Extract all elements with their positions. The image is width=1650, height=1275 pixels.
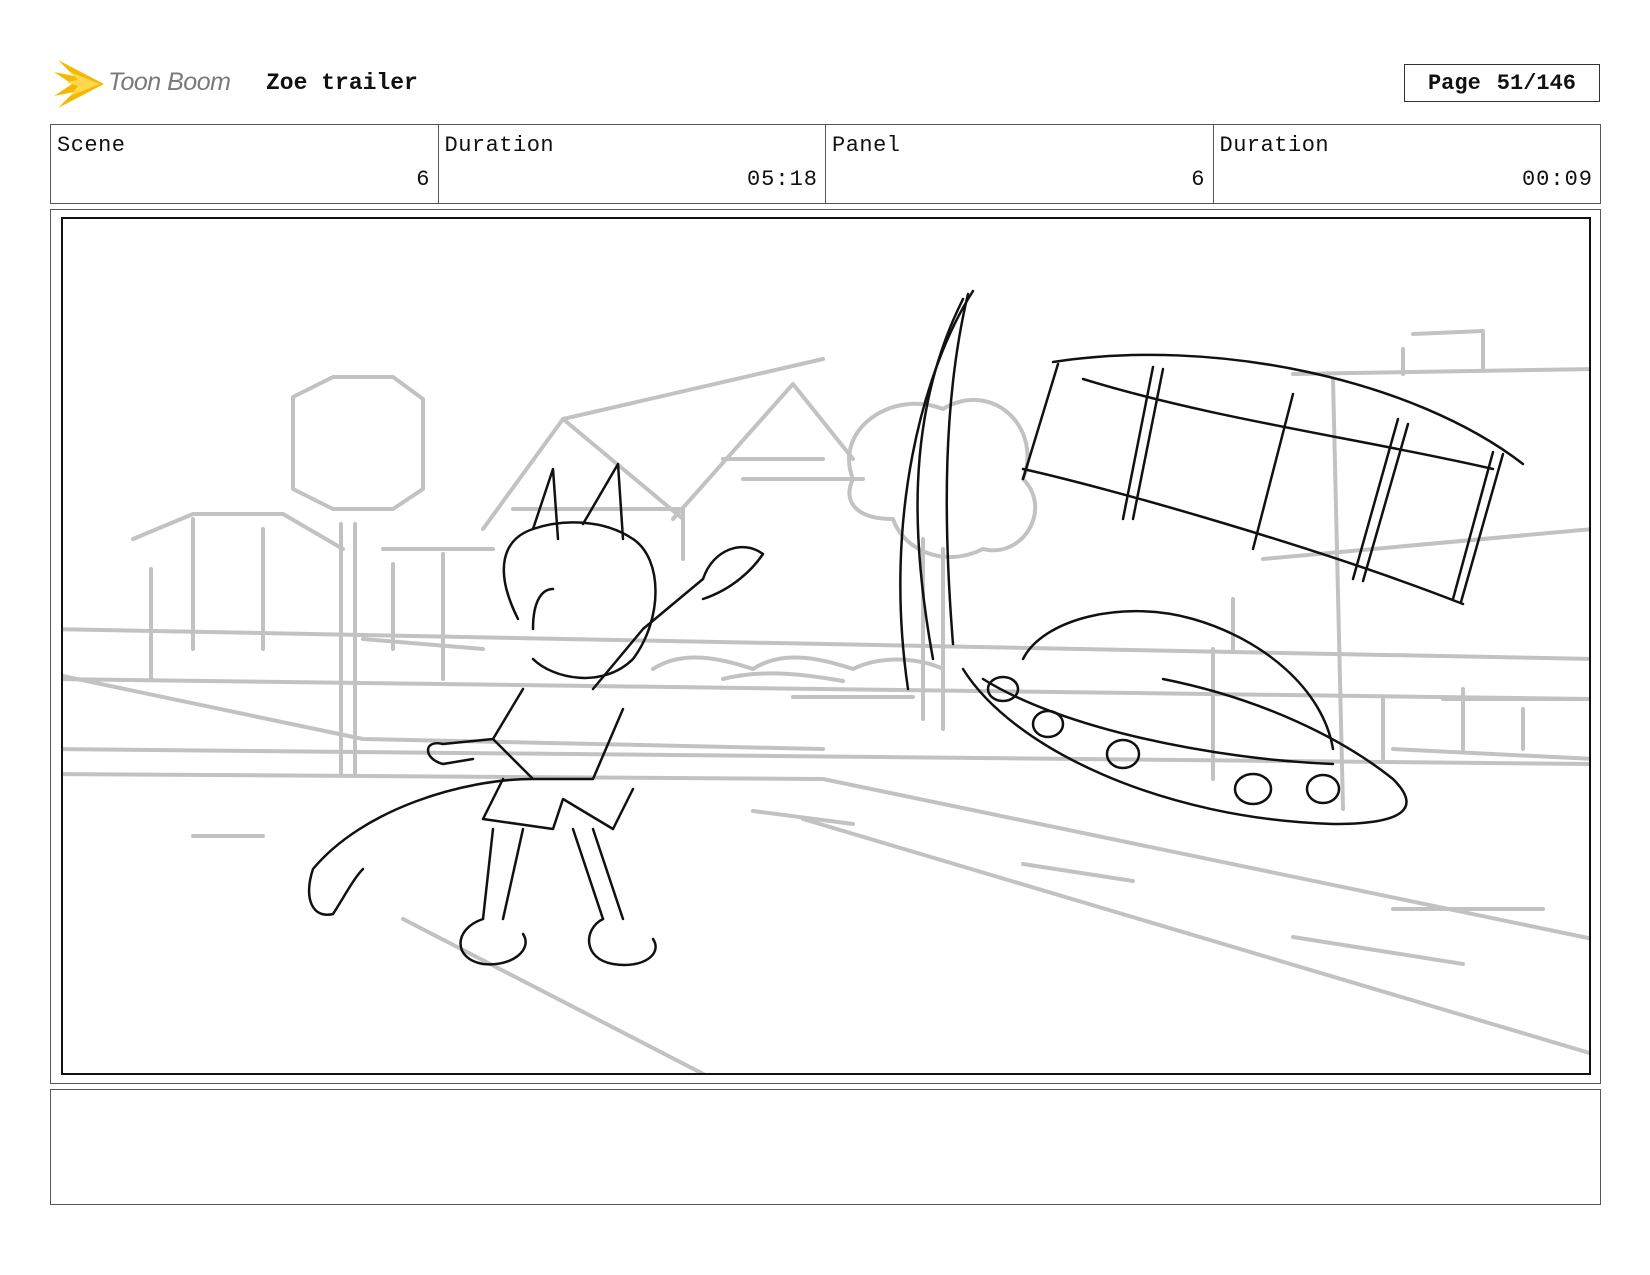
character-sketch	[307, 462, 765, 967]
panel-label: Panel	[832, 133, 901, 158]
panel-duration-value: 00:09	[1521, 167, 1593, 192]
storyboard-panel	[61, 217, 1591, 1075]
toon-boom-logo: Toon Boom	[52, 58, 252, 110]
scene-duration-cell: Duration 05:18	[439, 125, 826, 203]
scene-label: Scene	[57, 133, 126, 158]
panel-duration-label: Duration	[1219, 133, 1330, 158]
project-title: Zoe trailer	[266, 70, 418, 96]
scene-duration-label: Duration	[444, 133, 555, 158]
panel-value: 6	[1191, 167, 1206, 192]
scene-cell: Scene 6	[51, 125, 439, 203]
scene-value: 6	[416, 167, 431, 192]
page-indicator: Page 51/146	[1404, 64, 1600, 102]
panel-sketch	[63, 289, 1589, 1073]
logo-text: Toon Boom	[108, 68, 231, 96]
ufo-sketch	[961, 353, 1525, 826]
scene-info-row: Scene 6 Duration 05:18 Panel 6 Duration …	[50, 124, 1601, 204]
panel-cell: Panel 6	[826, 125, 1214, 203]
speed-lines	[899, 289, 975, 691]
page-number: 51/146	[1496, 70, 1577, 96]
flame-logo-icon	[54, 60, 104, 108]
panel-duration-cell: Duration 00:09	[1214, 125, 1601, 203]
page-label: Page	[1427, 70, 1481, 96]
notes-box	[50, 1089, 1601, 1205]
scene-duration-value: 05:18	[746, 167, 818, 192]
